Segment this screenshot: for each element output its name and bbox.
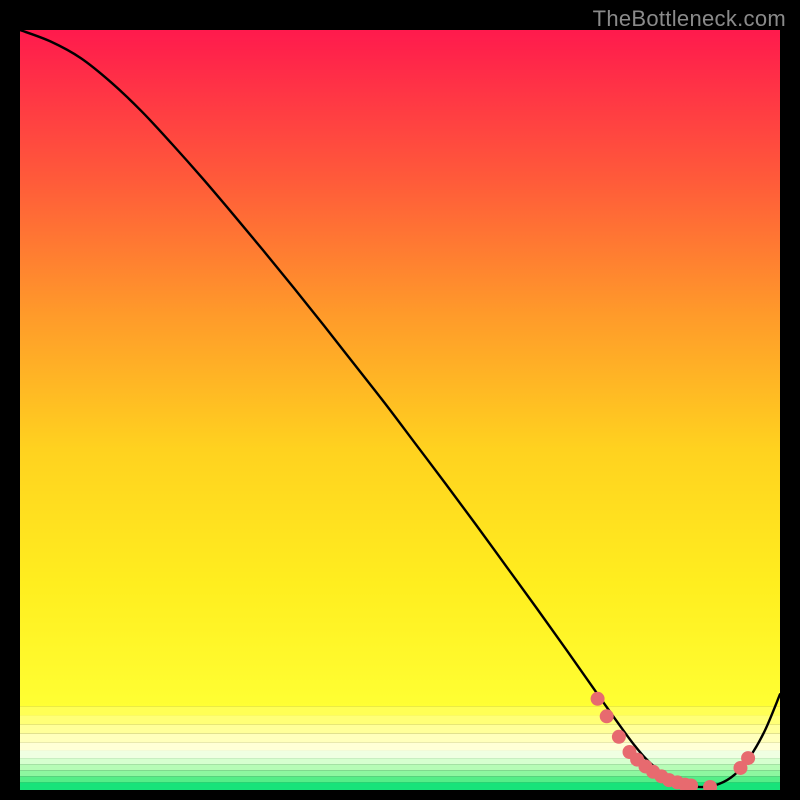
chart-frame: TheBottleneck.com	[0, 0, 800, 800]
chart-svg	[20, 30, 780, 790]
watermark: TheBottleneck.com	[593, 6, 786, 32]
plot-area	[20, 30, 780, 790]
